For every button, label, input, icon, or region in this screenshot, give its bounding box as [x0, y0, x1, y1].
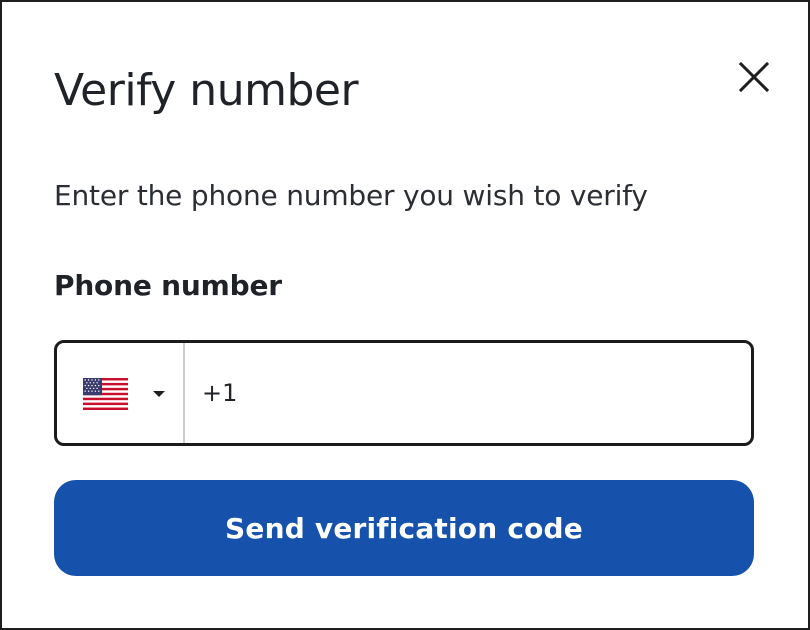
- verify-number-dialog: Verify number Enter the phone number you…: [0, 0, 810, 630]
- phone-number-label: Phone number: [54, 269, 282, 302]
- phone-number-field: [54, 340, 754, 446]
- send-verification-code-button[interactable]: Send verification code: [54, 480, 754, 576]
- country-code-select[interactable]: [57, 343, 185, 443]
- dialog-description: Enter the phone number you wish to verif…: [54, 179, 648, 212]
- phone-number-input[interactable]: [202, 343, 742, 443]
- us-flag-icon: [83, 378, 128, 410]
- dialog-title: Verify number: [54, 65, 359, 116]
- caret-down-icon: [153, 391, 165, 397]
- close-button[interactable]: [728, 52, 780, 102]
- close-icon: [739, 62, 769, 92]
